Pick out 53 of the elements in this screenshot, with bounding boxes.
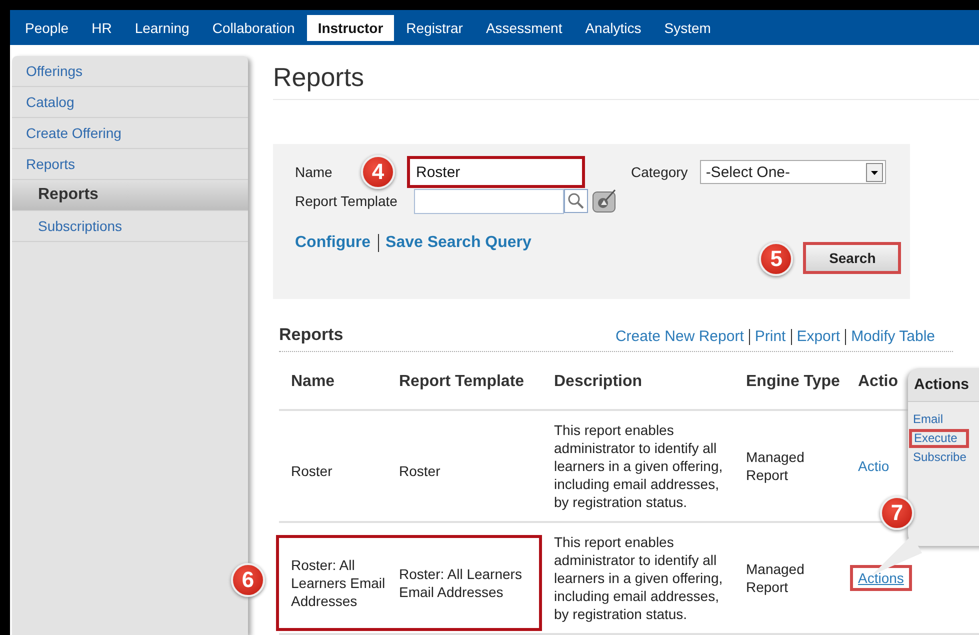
- section-title: Reports: [279, 325, 344, 345]
- picker-icon[interactable]: [592, 189, 618, 213]
- nav-tab[interactable]: Learning: [124, 14, 200, 40]
- column-header: Name: [290, 372, 336, 390]
- popover-menu-item[interactable]: Execute: [909, 429, 969, 448]
- table-action-link[interactable]: Modify Table: [851, 328, 935, 345]
- column-header: Report Template: [398, 372, 526, 390]
- nav-tab[interactable]: Collaboration: [201, 14, 306, 40]
- table-cell-text: This report enables administrator to identify all learners in a given offering, including email addresses, by registration status.: [553, 533, 724, 623]
- step-callout: 6: [231, 563, 265, 597]
- table-cell-text: Managed Report: [745, 448, 806, 484]
- sidebar-subitem[interactable]: Reports: [12, 180, 248, 211]
- category-dropdown[interactable]: -Select One-: [700, 160, 886, 184]
- actions-link[interactable]: Actio: [858, 458, 890, 474]
- table-cell-text: Roster: All Learners Email Addresses: [290, 556, 386, 610]
- column-header: Description: [553, 372, 644, 390]
- table-cell-text: Managed Report: [745, 560, 806, 596]
- form-link[interactable]: Configure: [295, 234, 371, 252]
- nav-tab[interactable]: Registrar: [395, 14, 474, 40]
- step-callout: 5: [759, 242, 794, 276]
- nav-tab[interactable]: Analytics: [574, 14, 652, 40]
- report-template-field[interactable]: [414, 188, 564, 214]
- search-icon[interactable]: [564, 189, 588, 213]
- column-header: Engine Type: [745, 372, 841, 390]
- column-header: Actio: [857, 372, 898, 390]
- step-callout: 4: [361, 155, 395, 189]
- table-action-link[interactable]: Create New Report: [615, 328, 744, 345]
- step-callout: 7: [880, 496, 914, 530]
- popover-menu-item[interactable]: Email: [908, 410, 979, 429]
- nav-tab[interactable]: System: [653, 14, 722, 40]
- table-cell-text: Roster: [290, 462, 334, 480]
- nav-tab[interactable]: HR: [80, 14, 123, 40]
- nav-tab[interactable]: Assessment: [474, 14, 574, 40]
- table-cell-text: Roster: All Learners Email Addresses: [398, 565, 523, 601]
- page-title: Reports: [273, 62, 979, 100]
- nav-tab[interactable]: Instructor: [306, 14, 394, 40]
- table-cell-text: Roster: [398, 462, 442, 480]
- table-cell-text: This report enables administrator to identify all learners in a given offering, including email addresses, by registration status.: [553, 421, 724, 511]
- sidebar-item[interactable]: Catalog: [12, 87, 248, 118]
- table-action-link[interactable]: Print: [754, 328, 786, 345]
- sidebar-subitem[interactable]: Subscriptions: [12, 211, 248, 242]
- name-label: Name: [295, 164, 334, 180]
- sidebar-item[interactable]: Offerings: [12, 56, 248, 87]
- report-template-label: Report Template: [295, 193, 398, 209]
- nav-tab[interactable]: People: [14, 14, 80, 40]
- form-link[interactable]: Save Search Query: [386, 234, 532, 252]
- sidebar-item[interactable]: Create Offering: [12, 118, 248, 149]
- name-field[interactable]: Roster: [407, 156, 585, 188]
- search-button[interactable]: Search: [803, 242, 902, 274]
- popover-title: Actions: [908, 368, 979, 402]
- popover-menu-item[interactable]: Subscribe: [908, 448, 979, 467]
- table-action-link[interactable]: Export: [796, 328, 840, 345]
- category-label: Category: [631, 164, 688, 180]
